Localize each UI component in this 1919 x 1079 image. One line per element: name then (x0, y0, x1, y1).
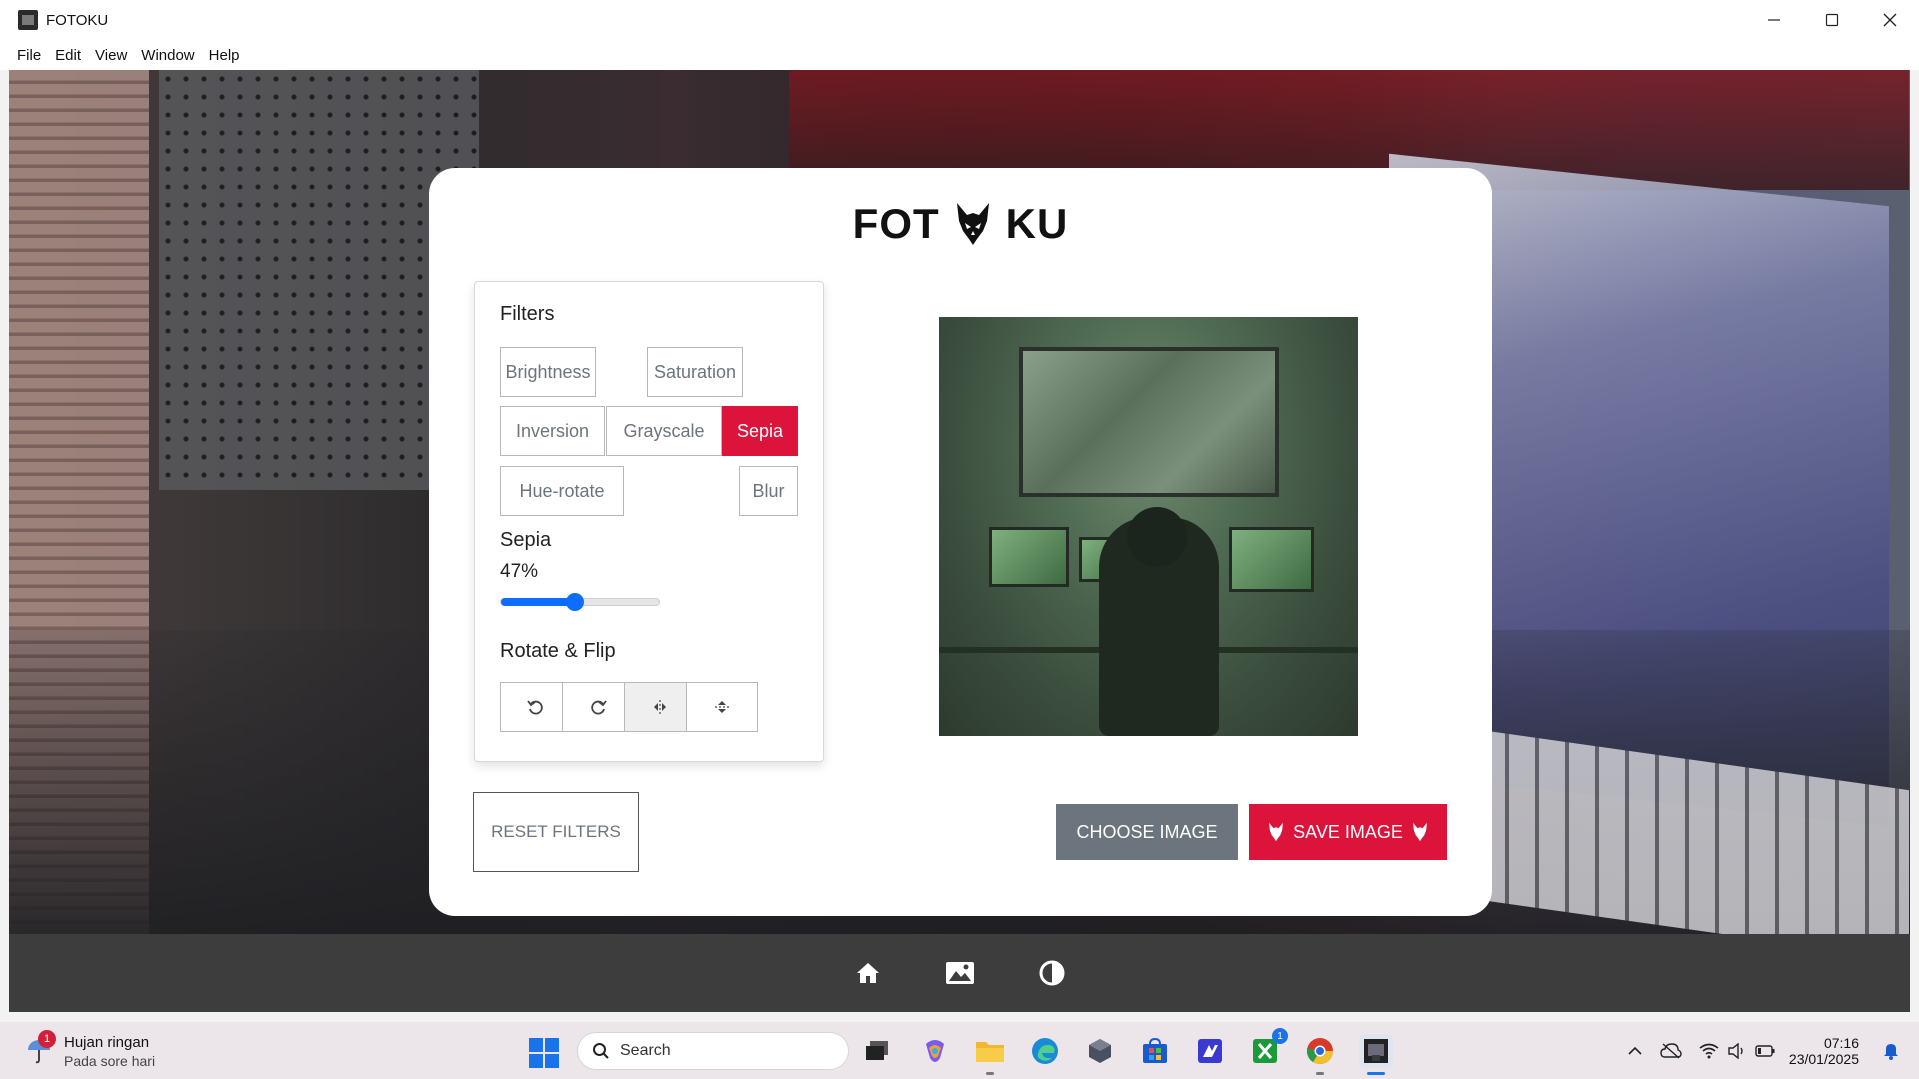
sepia-slider[interactable] (500, 593, 660, 611)
bottom-nav (9, 934, 1910, 1012)
fox-left-icon (1269, 822, 1284, 842)
clock-time: 07:16 (1823, 1034, 1859, 1051)
flip-vertical-button[interactable] (686, 682, 758, 732)
gallery-icon[interactable] (945, 958, 975, 988)
task-view-icon[interactable] (860, 1034, 894, 1068)
reset-filters-button[interactable]: RESET FILTERS (473, 792, 639, 872)
preview-monitor-right (1229, 527, 1314, 592)
menu-window[interactable]: Window (134, 47, 201, 64)
volume-icon[interactable] (1723, 1037, 1751, 1065)
title-bar: FOTOKU (0, 0, 1919, 40)
flip-vertical-icon (715, 701, 729, 713)
app-cube-icon[interactable] (1083, 1034, 1117, 1068)
fotoku-icon[interactable] (1359, 1034, 1393, 1075)
weather-badge: 1 (38, 1030, 56, 1048)
store-icon[interactable] (1138, 1034, 1172, 1068)
menu-view[interactable]: View (88, 47, 134, 64)
chevron-up-icon[interactable] (1621, 1037, 1649, 1065)
search-label: Search (620, 1042, 671, 1059)
window-title: FOTOKU (46, 11, 109, 29)
copilot-icon[interactable] (918, 1034, 952, 1068)
chrome-running-indicator (1316, 1072, 1324, 1075)
app-logo-icon (18, 10, 38, 30)
filters-heading: Filters (500, 303, 555, 325)
filter-saturation-button[interactable]: Saturation (647, 347, 743, 397)
explorer-running-indicator (986, 1072, 994, 1075)
filter-inversion-button[interactable]: Inversion (500, 406, 605, 456)
cloud-offline-icon[interactable] (1657, 1037, 1685, 1065)
taskbar: 1 Hujan ringan Pada sore hari Search 1 0… (0, 1022, 1919, 1079)
battery-icon[interactable] (1751, 1037, 1779, 1065)
minimize-icon[interactable] (1745, 0, 1803, 40)
save-image-button[interactable]: SAVE IMAGE (1249, 804, 1447, 860)
menu-bar: File Edit View Window Help (0, 40, 1919, 70)
fox-right-icon (1412, 822, 1427, 842)
fox-logo-icon (956, 203, 989, 245)
filter-sepia-button[interactable]: Sepia (722, 406, 798, 456)
menu-edit[interactable]: Edit (48, 47, 88, 64)
filter-brightness-button[interactable]: Brightness (500, 347, 596, 397)
slider-fill (501, 598, 576, 606)
file-explorer-icon[interactable] (973, 1034, 1007, 1075)
brand-text-right: KU (1005, 200, 1069, 247)
save-image-label: SAVE IMAGE (1293, 821, 1403, 842)
system-tray: 07:16 23/01/2025 (1621, 1022, 1919, 1079)
menu-file[interactable]: File (10, 47, 48, 64)
window-controls (1745, 0, 1919, 40)
close-icon[interactable] (1861, 0, 1919, 40)
weather-widget[interactable]: 1 Hujan ringan Pada sore hari (22, 1030, 182, 1072)
taskbar-search[interactable]: Search (577, 1032, 849, 1070)
choose-image-button[interactable]: CHOOSE IMAGE (1056, 804, 1238, 860)
rotate-flip-heading: Rotate & Flip (500, 640, 616, 662)
slider-thumb[interactable] (566, 593, 585, 611)
weather-subtitle: Pada sore hari (64, 1053, 156, 1069)
xbox-icon[interactable]: 1 (1248, 1028, 1288, 1068)
rotate-right-icon (591, 700, 607, 715)
flip-horizontal-icon (654, 700, 666, 714)
slider-value: 47% (500, 561, 539, 582)
filter-blur-button[interactable]: Blur (739, 466, 798, 516)
wifi-icon[interactable] (1695, 1037, 1723, 1065)
preview-monitor-left (989, 527, 1069, 587)
clock-date: 23/01/2025 (1788, 1050, 1859, 1067)
filter-grayscale-button[interactable]: Grayscale (606, 406, 722, 456)
home-icon[interactable] (853, 958, 883, 988)
clock[interactable]: 07:16 23/01/2025 (1789, 1035, 1859, 1067)
search-icon (593, 1043, 609, 1059)
editor-card: FOT KU Filters Brightness Saturation Inv… (429, 168, 1492, 916)
start-button[interactable] (529, 1038, 559, 1068)
filter-hue-rotate-button[interactable]: Hue-rotate (500, 466, 624, 516)
image-preview (939, 317, 1358, 736)
maximize-icon[interactable] (1803, 0, 1861, 40)
rotate-left-icon (527, 700, 543, 715)
brand-text-left: FOT (852, 200, 940, 247)
notification-bell-icon[interactable] (1877, 1037, 1905, 1065)
edge-icon[interactable] (1028, 1034, 1062, 1068)
brand-logo: FOT KU (429, 200, 1492, 248)
vscode-icon[interactable] (1193, 1034, 1227, 1068)
filters-panel: Filters Brightness Saturation Inversion … (474, 281, 824, 762)
xbox-badge: 1 (1272, 1028, 1288, 1044)
chrome-icon[interactable] (1303, 1034, 1337, 1075)
preview-main-screen (1019, 347, 1279, 497)
preview-person-head (1127, 507, 1187, 567)
contrast-icon[interactable] (1037, 958, 1067, 988)
weather-title: Hujan ringan (64, 1034, 150, 1051)
menu-help[interactable]: Help (202, 47, 247, 64)
fotoku-active-indicator (1367, 1072, 1385, 1075)
slider-label: Sepia (500, 529, 552, 551)
